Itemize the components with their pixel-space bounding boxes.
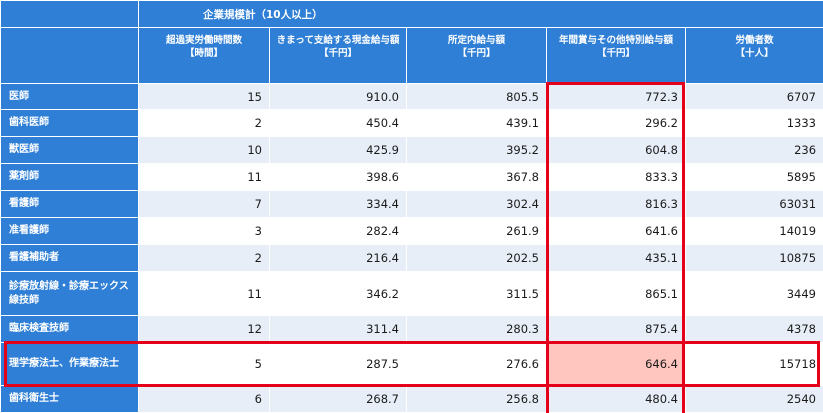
column-header-label: 超過実労働時間数 <box>165 35 242 46</box>
table-cell: 334.4 <box>269 190 407 218</box>
table-cell: 5895 <box>684 163 823 191</box>
column-header-label: 所定内給与額 <box>447 35 505 46</box>
column-header-overtime-hours: 超過実労働時間数 【時間】 <box>138 27 270 84</box>
table-cell: 816.3 <box>546 190 686 218</box>
row-header: 理学療法士、作業療法士 <box>0 342 139 386</box>
wage-table-panel: 企業規模計（10人以上） 超過実労働時間数 【時間】 きまって支給する現金給与額【… <box>0 0 823 413</box>
wage-table: 企業規模計（10人以上） 超過実労働時間数 【時間】 きまって支給する現金給与額【… <box>0 0 823 413</box>
column-header-label: 労働者数 <box>735 35 774 46</box>
table-cell: 1333 <box>684 109 823 137</box>
table-cell: 4378 <box>684 315 823 343</box>
row-header: 獣医師 <box>0 136 139 164</box>
column-header-unit: 【時間】 <box>184 48 223 59</box>
table-cell: 15718 <box>684 342 823 386</box>
column-header-number-of-workers: 労働者数 【十人】 <box>684 27 823 84</box>
table-row: 診療放射線・診療エックス線技師 11 346.2 311.5 865.1 344… <box>0 271 823 316</box>
table-cell: 346.2 <box>269 271 407 316</box>
row-header: 臨床検査技師 <box>0 315 139 343</box>
table-row: 看護補助者 2 216.4 202.5 435.1 10875 <box>0 244 823 272</box>
table-cell: 772.3 <box>546 83 686 110</box>
table-cell: 276.6 <box>406 342 547 386</box>
table-cell: 311.5 <box>406 271 547 316</box>
table-cell: 6707 <box>684 83 823 110</box>
table-cell: 311.4 <box>269 315 407 343</box>
table-cell: 398.6 <box>269 163 407 191</box>
table-cell: 2 <box>138 244 270 272</box>
table-cell: 287.5 <box>269 342 407 386</box>
table-cell: 641.6 <box>546 217 686 245</box>
table-row: 理学療法士、作業療法士 5 287.5 276.6 646.4 15718 <box>0 342 823 386</box>
table-cell: 15 <box>138 83 270 110</box>
table-cell: 5 <box>138 342 270 386</box>
table-cell-highlighted: 646.4 <box>546 342 686 386</box>
group-title: 企業規模計（10人以上） <box>137 0 823 28</box>
table-cell: 268.7 <box>269 385 407 413</box>
table-cell: 2 <box>138 109 270 137</box>
table-row: 臨床検査技師 12 311.4 280.3 875.4 4378 <box>0 315 823 343</box>
table-cell: 425.9 <box>269 136 407 164</box>
table-cell: 10875 <box>684 244 823 272</box>
table-cell: 3 <box>138 217 270 245</box>
table-cell: 202.5 <box>406 244 547 272</box>
table-cell: 3449 <box>684 271 823 316</box>
row-header: 医師 <box>0 83 139 110</box>
row-header: 薬剤師 <box>0 163 139 191</box>
column-header-annual-bonus: 年間賞与その他特別給与額 【千円】 <box>546 27 686 84</box>
table-row: 歯科医師 2 450.4 439.1 296.2 1333 <box>0 109 823 137</box>
row-header: 診療放射線・診療エックス線技師 <box>0 271 139 316</box>
table-cell: 63031 <box>684 190 823 218</box>
table-cell: 439.1 <box>406 109 547 137</box>
table-row: 看護師 7 334.4 302.4 816.3 63031 <box>0 190 823 218</box>
column-header-unit: 【十人】 <box>735 48 774 59</box>
table-cell: 910.0 <box>269 83 407 110</box>
column-header-unit: 【千円】 <box>457 48 496 59</box>
table-cell: 875.4 <box>546 315 686 343</box>
table-row: 准看護師 3 282.4 261.9 641.6 14019 <box>0 217 823 245</box>
table-cell: 216.4 <box>269 244 407 272</box>
table-cell: 11 <box>138 163 270 191</box>
row-header: 歯科医師 <box>0 109 139 137</box>
row-header: 歯科衛生士 <box>0 385 139 413</box>
row-header: 看護師 <box>0 190 139 218</box>
table-cell: 282.4 <box>269 217 407 245</box>
table-cell: 435.1 <box>546 244 686 272</box>
column-header-monthly-cash-earnings: きまって支給する現金給与額 【千円】 <box>269 27 407 84</box>
column-header-unit: 【千円】 <box>596 48 635 59</box>
column-header-label: きまって支給する現金給与額 <box>276 35 400 46</box>
corner-cell <box>0 0 139 28</box>
corner-cell <box>0 27 139 84</box>
table-cell: 805.5 <box>406 83 547 110</box>
table-cell: 12 <box>138 315 270 343</box>
table-cell: 7 <box>138 190 270 218</box>
table-cell: 256.8 <box>406 385 547 413</box>
column-header-unit: 【千円】 <box>318 48 357 59</box>
table-cell: 280.3 <box>406 315 547 343</box>
table-cell: 833.3 <box>546 163 686 191</box>
column-header-scheduled-earnings: 所定内給与額 【千円】 <box>406 27 547 84</box>
table-cell: 2540 <box>684 385 823 413</box>
table-row: 医師 15 910.0 805.5 772.3 6707 <box>0 83 823 110</box>
table-cell: 367.8 <box>406 163 547 191</box>
table-cell: 236 <box>684 136 823 164</box>
table-cell: 604.8 <box>546 136 686 164</box>
table-cell: 14019 <box>684 217 823 245</box>
table-cell: 296.2 <box>546 109 686 137</box>
table-cell: 261.9 <box>406 217 547 245</box>
table-cell: 10 <box>138 136 270 164</box>
table-row: 薬剤師 11 398.6 367.8 833.3 5895 <box>0 163 823 191</box>
table-cell: 6 <box>138 385 270 413</box>
row-header: 看護補助者 <box>0 244 139 272</box>
table-cell: 11 <box>138 271 270 316</box>
column-header-label: 年間賞与その他特別給与額 <box>558 35 673 46</box>
row-header: 准看護師 <box>0 217 139 245</box>
table-cell: 480.4 <box>546 385 686 413</box>
table-cell: 450.4 <box>269 109 407 137</box>
table-cell: 302.4 <box>406 190 547 218</box>
table-row: 歯科衛生士 6 268.7 256.8 480.4 2540 <box>0 385 823 413</box>
table-cell: 395.2 <box>406 136 547 164</box>
table-cell: 865.1 <box>546 271 686 316</box>
table-row: 獣医師 10 425.9 395.2 604.8 236 <box>0 136 823 164</box>
